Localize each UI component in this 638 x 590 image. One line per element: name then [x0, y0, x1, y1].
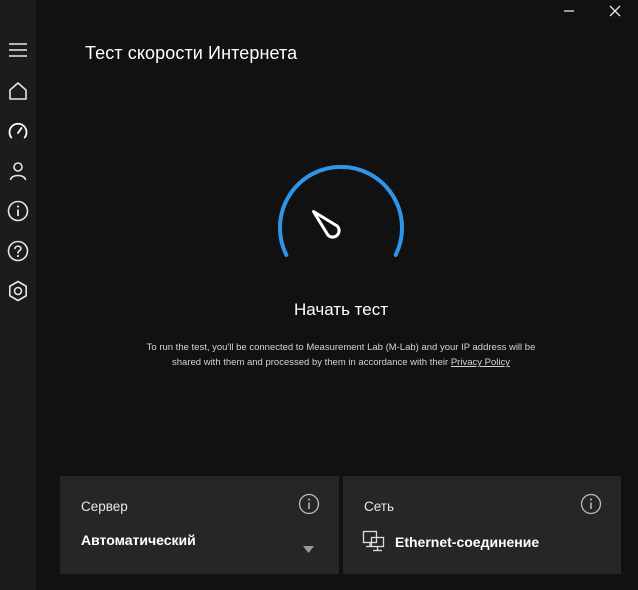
gauge-arc: [278, 164, 404, 257]
page-title: Тест скорости Интернета: [85, 43, 298, 63]
network-info-icon[interactable]: [580, 493, 602, 515]
server-card: Сервер Автоматический: [60, 476, 339, 574]
server-select[interactable]: Автоматический: [81, 532, 196, 548]
privacy-policy-link[interactable]: Privacy Policy: [451, 357, 510, 368]
hamburger-menu-icon[interactable]: [4, 36, 32, 64]
window-controls: [546, 0, 638, 22]
close-icon[interactable]: [592, 0, 638, 22]
gauge-needle-icon: [311, 209, 341, 239]
server-info-icon[interactable]: [298, 493, 320, 515]
home-icon[interactable]: [4, 77, 32, 105]
chevron-down-icon[interactable]: [303, 540, 314, 553]
disclaimer: To run the test, you'll be connected to …: [140, 340, 542, 370]
minimize-icon[interactable]: [546, 0, 592, 22]
network-value: Ethernet-соединение: [395, 534, 540, 550]
network-card: Сеть Ethernet-соединение: [343, 476, 621, 574]
server-label: Сервер: [81, 499, 128, 514]
sidebar: [0, 0, 36, 590]
user-icon[interactable]: [4, 157, 32, 185]
speedometer-icon[interactable]: [4, 117, 32, 145]
settings-icon[interactable]: [4, 277, 32, 305]
network-label: Сеть: [364, 499, 395, 514]
start-test-button[interactable]: Начать тест: [200, 300, 482, 320]
help-icon[interactable]: [4, 237, 32, 265]
info-icon[interactable]: [4, 197, 32, 225]
ethernet-icon: [362, 529, 386, 553]
speed-gauge[interactable]: [276, 162, 406, 262]
